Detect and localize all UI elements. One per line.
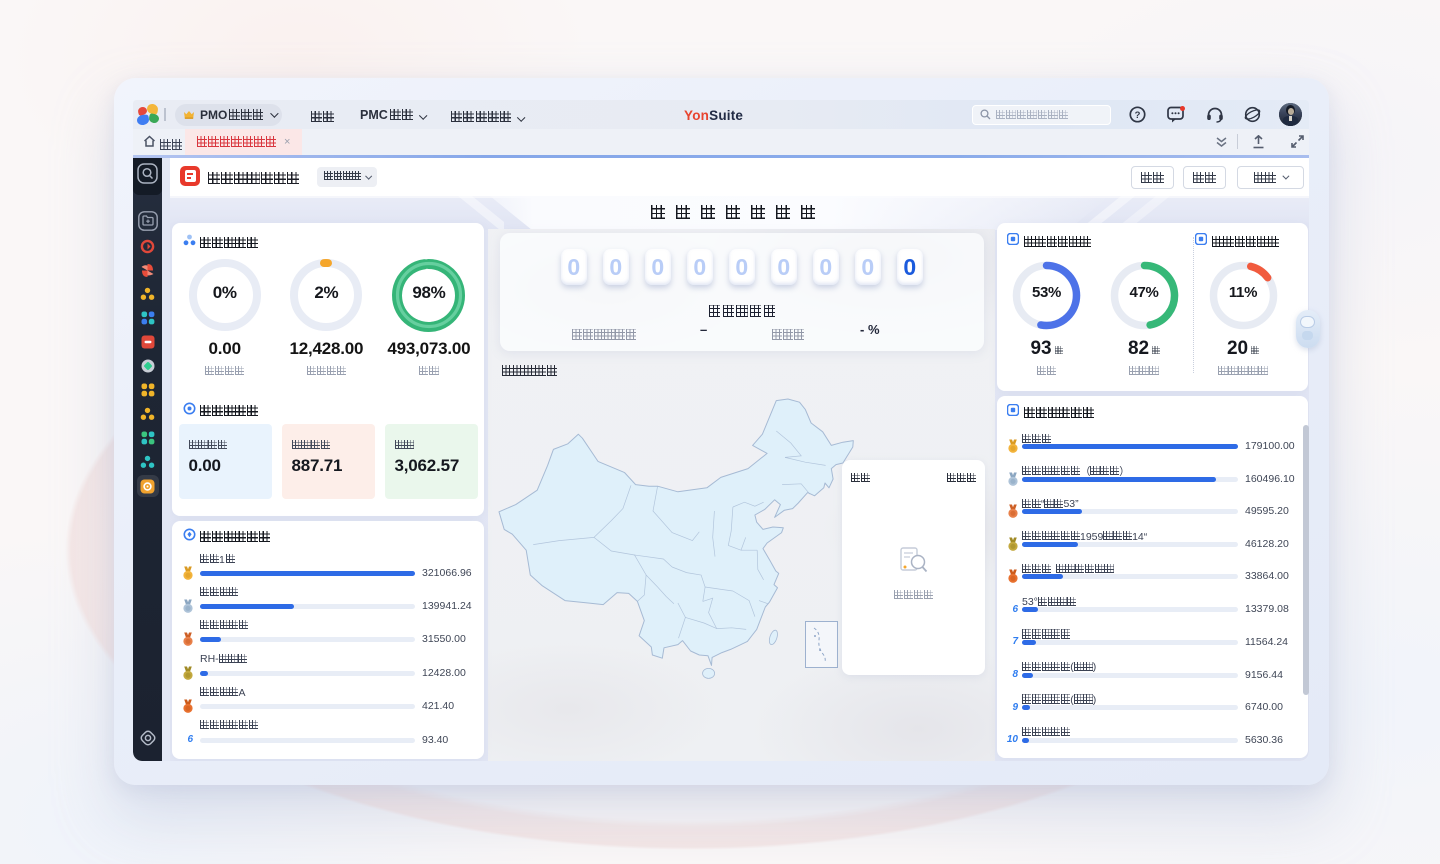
- svg-text:?: ?: [1135, 110, 1141, 121]
